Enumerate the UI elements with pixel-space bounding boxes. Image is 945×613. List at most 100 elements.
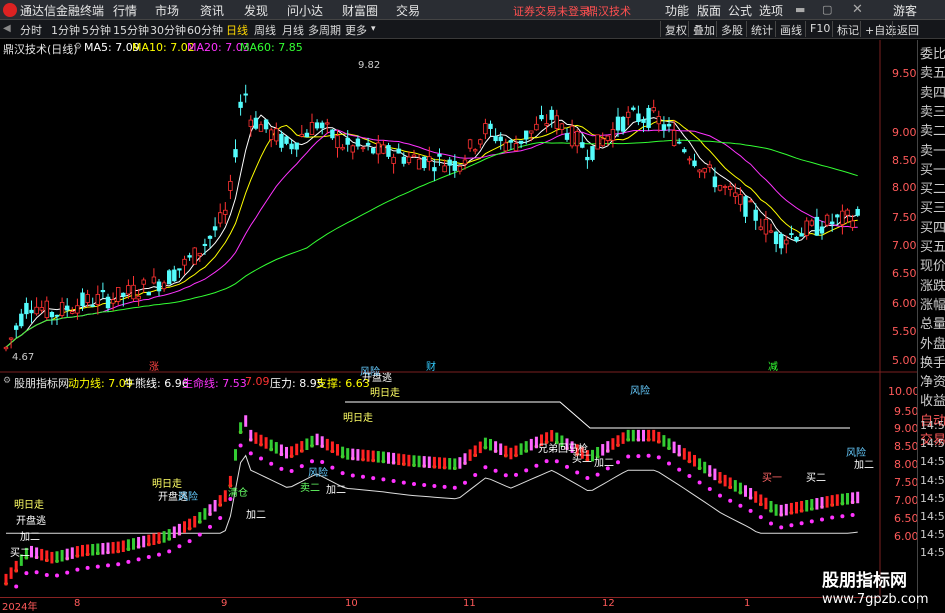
sub-bar	[835, 494, 839, 506]
candle-body	[447, 159, 452, 166]
candle-body	[758, 226, 763, 230]
sub-bar	[40, 548, 44, 561]
period-weekly[interactable]: 周线	[254, 22, 276, 38]
sub-bar	[550, 430, 554, 442]
sidebar-item: 买一	[920, 162, 945, 178]
life-dot	[554, 459, 559, 464]
menu-news[interactable]: 资讯	[200, 2, 224, 19]
candle-body	[75, 305, 80, 314]
life-dot	[75, 567, 80, 572]
period-multi[interactable]: 多周期	[308, 22, 341, 38]
candle-body	[345, 137, 350, 145]
sub-bar	[555, 432, 559, 445]
menu-options[interactable]: 选项	[759, 2, 783, 19]
candle-body	[396, 148, 401, 154]
sidebar-item: 卖二	[920, 124, 945, 140]
login-notice[interactable]: 证券交易未登录	[513, 3, 590, 19]
btn-mark[interactable]: 标记	[832, 21, 863, 37]
menu-ask[interactable]: 问小达	[287, 2, 323, 19]
sub-bar	[30, 545, 33, 558]
period-more[interactable]: 更多	[345, 22, 367, 38]
candle-body	[508, 140, 514, 143]
sub-bar	[468, 449, 472, 461]
life-dot	[310, 459, 314, 464]
life-dot	[789, 523, 794, 528]
sub-bar	[213, 500, 217, 512]
life-dot	[65, 570, 70, 575]
sub-bar	[295, 443, 299, 456]
sub-price-axis: 10.00 9.50 9.00 8.50 8.00 7.50 7.00 6.50…	[882, 374, 920, 597]
sub-bar	[9, 567, 13, 579]
sidebar-item: 涨跌	[920, 278, 945, 294]
life-dot	[748, 508, 753, 513]
kline-chart[interactable]: 9.82 4.67 涨 财 减 明日走开盘逃加二买二明日走开盘逃风险 清仓加二卖二…	[0, 40, 917, 597]
candle-body	[217, 212, 223, 224]
sub-bar	[387, 452, 390, 464]
period-monthly[interactable]: 月线	[282, 22, 304, 38]
period-1min[interactable]: 1分钟	[51, 22, 80, 38]
life-dot	[269, 461, 274, 466]
menu-market[interactable]: 市场	[155, 2, 179, 19]
period-tick[interactable]: 分时	[20, 22, 42, 38]
btn-adjust[interactable]: 复权	[660, 21, 691, 37]
period-15min[interactable]: 15分钟	[113, 22, 149, 38]
life-dot	[626, 454, 631, 459]
candle-body	[529, 130, 534, 134]
sub-bar	[264, 437, 268, 449]
indicator-annotation: 买二	[806, 472, 826, 484]
candle-body	[228, 181, 233, 191]
period-daily[interactable]: 日线	[226, 22, 248, 38]
high-price-label: 9.82	[358, 60, 380, 71]
menu-wealth[interactable]: 财富圈	[342, 2, 378, 19]
sub-bar	[177, 523, 181, 536]
indicator-annotation: 买一	[762, 472, 782, 484]
toolbar-collapse-icon[interactable]: ◀	[3, 23, 11, 34]
more-chevron-icon[interactable]: ▾	[371, 24, 376, 34]
candle-body	[3, 346, 9, 350]
candle-body	[126, 285, 131, 295]
sub-bar	[290, 446, 294, 458]
candle-body	[452, 160, 457, 171]
btn-f10[interactable]: F10	[805, 21, 834, 37]
sub-bar	[254, 432, 258, 444]
period-60min[interactable]: 60分钟	[187, 22, 223, 38]
sub-bar	[483, 437, 487, 450]
restore-icon[interactable]: ▢	[822, 3, 832, 16]
candle-body	[325, 122, 330, 125]
btn-back[interactable]: 返回	[892, 21, 923, 37]
period-5min[interactable]: 5分钟	[82, 22, 111, 38]
menu-quotes[interactable]: 行情	[113, 2, 137, 19]
btn-multi-stock[interactable]: 多股	[716, 21, 747, 37]
period-30min[interactable]: 30分钟	[150, 22, 186, 38]
sidebar-item: 委比	[920, 47, 945, 62]
sub-bar	[652, 429, 656, 442]
life-dot	[503, 473, 508, 478]
close-icon[interactable]: ✕	[852, 2, 863, 17]
btn-overlay[interactable]: 叠加	[688, 21, 719, 37]
menu-trade[interactable]: 交易	[396, 2, 420, 19]
life-dot	[55, 573, 59, 578]
candle-body	[248, 119, 253, 127]
indicator-annotation: 风险	[360, 365, 380, 378]
menu-formula[interactable]: 公式	[728, 2, 752, 19]
indicator-annotation: 清仓	[228, 486, 248, 499]
life-dot	[514, 472, 518, 477]
menu-functions[interactable]: 功能	[665, 2, 689, 19]
sub-bar	[667, 438, 671, 450]
minimize-icon[interactable]: ▬	[795, 3, 805, 16]
candle-body	[156, 281, 162, 292]
candle-body	[554, 115, 559, 129]
user-guest[interactable]: 游客	[893, 2, 917, 19]
life-dot	[106, 563, 110, 568]
sub-y-tick-9.00: 9.00	[894, 422, 919, 435]
sub-bar	[193, 515, 197, 528]
btn-statistics[interactable]: 统计	[746, 21, 777, 37]
candle-body	[773, 231, 779, 245]
candle-body	[585, 156, 590, 161]
sub-bar	[65, 548, 69, 561]
sub-bar	[259, 434, 263, 447]
btn-draw[interactable]: 画线	[775, 21, 806, 37]
menu-discover[interactable]: 发现	[244, 2, 268, 19]
sub-bar	[453, 458, 457, 470]
menu-layout[interactable]: 版面	[697, 2, 721, 19]
